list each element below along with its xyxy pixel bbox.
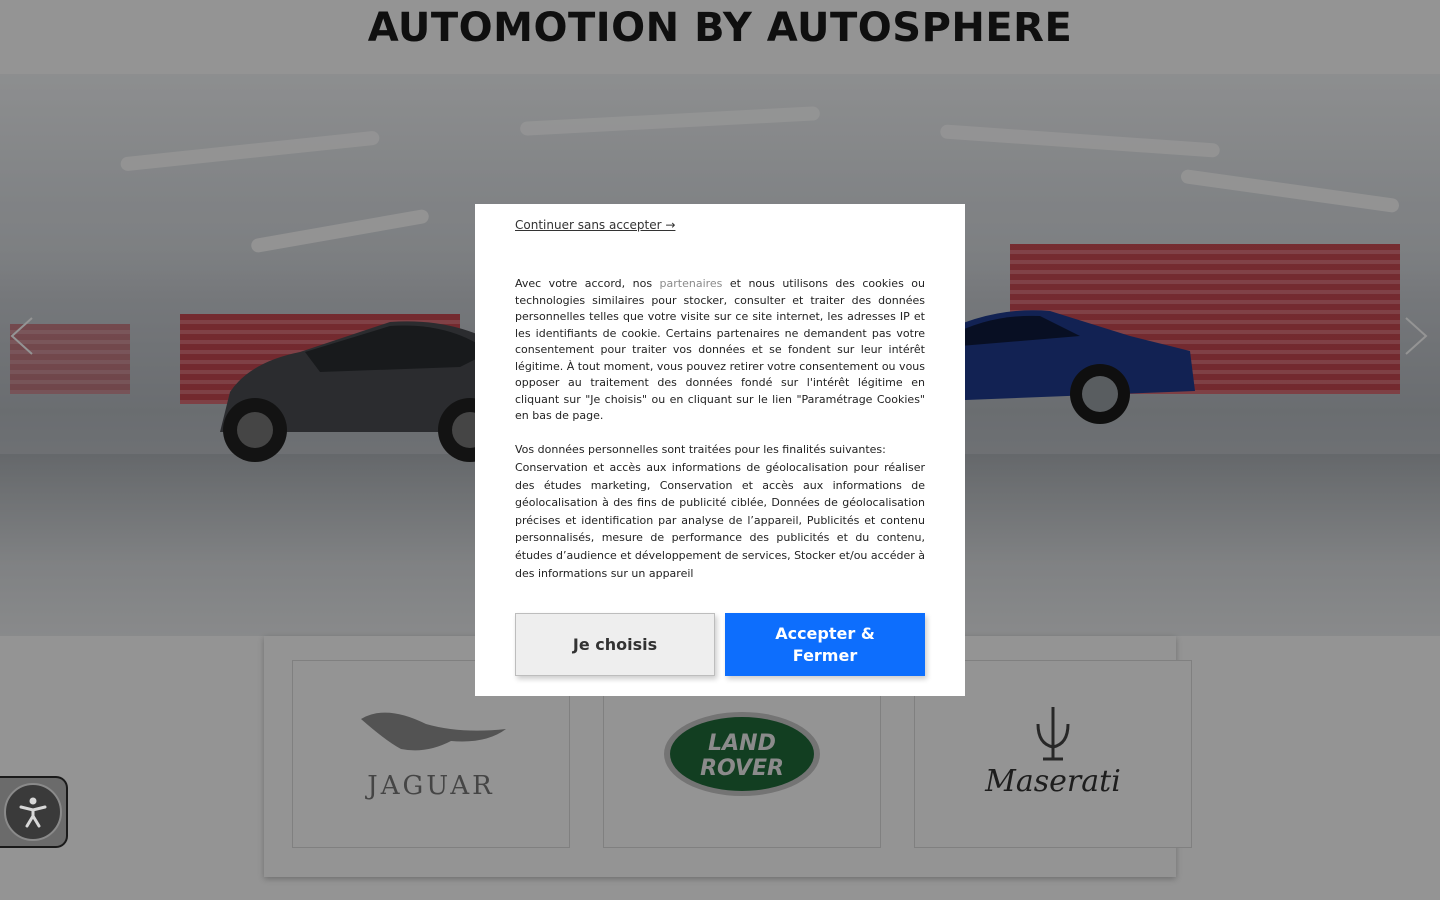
- choose-button[interactable]: Je choisis: [515, 613, 715, 676]
- continue-without-accepting-link[interactable]: Continuer sans accepter →: [515, 218, 675, 232]
- consent-description: Avec votre accord, nos partenaires et no…: [515, 276, 925, 425]
- accept-and-close-button[interactable]: Accepter & Fermer: [725, 613, 925, 676]
- accessibility-icon: [19, 797, 47, 828]
- consent-intro-end: et nous utilisons des cookies ou technol…: [515, 277, 925, 422]
- accessibility-button[interactable]: [0, 776, 68, 848]
- purposes-list: Conservation et accès aux informations d…: [515, 461, 926, 580]
- accessibility-icon-wrapper: [4, 783, 62, 841]
- purposes-title: Vos données personnelles sont traitées p…: [515, 443, 886, 456]
- accept-button-label: Accepter & Fermer: [775, 623, 875, 665]
- partners-link[interactable]: partenaires: [660, 277, 723, 290]
- consent-intro-start: Avec votre accord, nos: [515, 277, 660, 290]
- cookie-consent-dialog: Continuer sans accepter → Avec votre acc…: [475, 204, 965, 696]
